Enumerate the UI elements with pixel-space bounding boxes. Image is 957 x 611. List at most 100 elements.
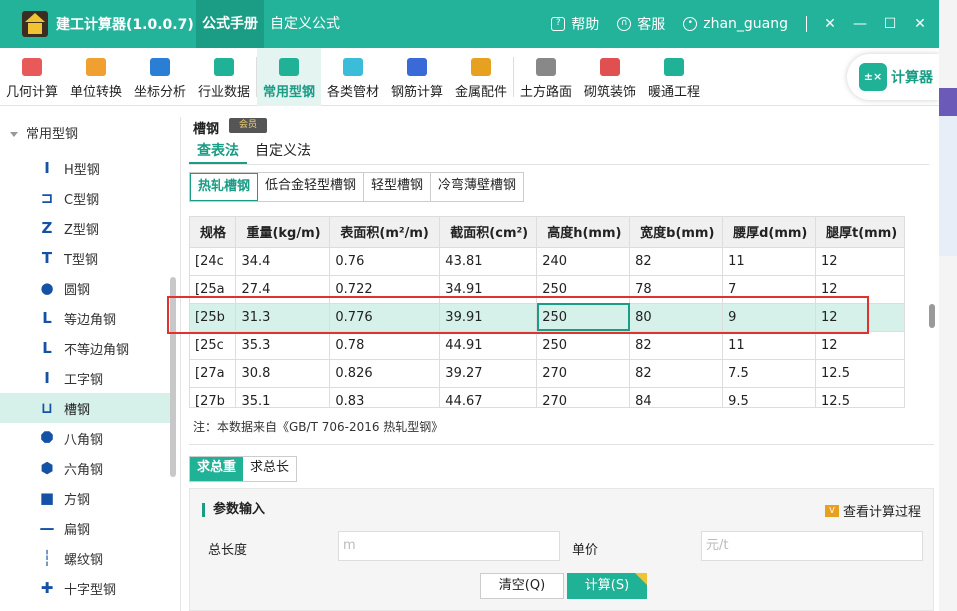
table-cell[interactable]: 82 [629, 359, 724, 388]
sidebar-item[interactable]: ┆ 螺纹钢 [0, 543, 171, 573]
table-cell[interactable]: 34.91 [439, 275, 538, 304]
pin-icon[interactable]: ✕ [819, 13, 841, 35]
table-row[interactable]: [27b 35.1 0.83 44.67 270 84 9.5 12.5 [190, 387, 904, 407]
toolbar-item[interactable]: 行业数据 [192, 48, 256, 106]
table-cell[interactable]: 43.81 [439, 247, 538, 276]
table-cell[interactable]: 44.67 [439, 387, 538, 407]
subtab-hot-rolled[interactable]: 热轧槽钢 [190, 173, 259, 201]
table-cell[interactable]: 12 [815, 275, 904, 304]
table-cell[interactable]: 12.5 [815, 359, 904, 388]
close-icon[interactable]: ✕ [909, 13, 931, 35]
sidebar-item[interactable]: L 不等边角钢 [0, 333, 171, 363]
toolbar-item[interactable]: 砌筑装饰 [578, 48, 642, 106]
table-cell[interactable]: 12.5 [815, 387, 904, 407]
table-cell[interactable]: 11 [722, 331, 817, 360]
table-cell[interactable]: [27b [190, 387, 237, 407]
table-cell[interactable]: 35.1 [235, 387, 331, 407]
user-menu[interactable]: • zhan_guang [683, 16, 788, 32]
nav-formula-manual[interactable]: 公式手册 [196, 0, 264, 48]
sidebar-item[interactable]: L 等边角钢 [0, 303, 171, 333]
toolbar-item[interactable]: 金属配件 [449, 48, 513, 106]
table-cell[interactable]: 44.91 [439, 331, 538, 360]
table-cell[interactable]: 7 [722, 275, 817, 304]
sidebar-item[interactable]: I 工字钢 [0, 363, 171, 393]
table-cell[interactable]: 7.5 [722, 359, 817, 388]
table-cell[interactable]: 250 [536, 331, 631, 360]
sidebar-item[interactable]: ⯃ 八角钢 [0, 423, 171, 453]
toolbar-item[interactable]: 几何计算 [0, 48, 64, 106]
table-row[interactable]: [25b 31.3 0.776 39.91 250 80 9 12 [190, 303, 904, 332]
help-button[interactable]: ? 帮助 [551, 14, 599, 34]
toolbar-item[interactable]: 各类管材 [321, 48, 385, 106]
table-cell[interactable]: 0.83 [329, 387, 441, 407]
table-cell[interactable]: 31.3 [235, 303, 331, 332]
table-row[interactable]: [24c 34.4 0.76 43.81 240 82 11 12 [190, 247, 904, 276]
table-cell[interactable]: [25c [190, 331, 237, 360]
tab-custom[interactable]: 自定义法 [247, 140, 319, 164]
sidebar-item[interactable]: Z Z型钢 [0, 213, 171, 243]
sidebar-item[interactable]: ● 圆钢 [0, 273, 171, 303]
table-cell[interactable]: 0.722 [329, 275, 441, 304]
price-input[interactable]: 元/t [701, 531, 923, 561]
table-cell[interactable]: 39.91 [439, 303, 538, 332]
calculate-button[interactable]: 计算(S) [567, 573, 647, 599]
table-cell[interactable]: 30.8 [235, 359, 331, 388]
subtab-light[interactable]: 轻型槽钢 [364, 173, 432, 201]
table-cell[interactable]: [24c [190, 247, 237, 276]
sidebar-item[interactable]: ⊔ 槽钢 [0, 393, 171, 423]
sidebar-group[interactable]: 常用型钢 [0, 117, 180, 153]
table-cell[interactable]: 240 [536, 247, 631, 276]
table-cell[interactable]: [25a [190, 275, 237, 304]
sidebar-item[interactable]: ⬢ 六角钢 [0, 453, 171, 483]
toolbar-item[interactable]: 暖通工程 [642, 48, 706, 106]
table-cell[interactable]: 9 [722, 303, 817, 332]
table-cell[interactable]: [25b [190, 303, 237, 332]
toolbar-item[interactable]: 钢筋计算 [385, 48, 449, 106]
table-cell[interactable]: 82 [629, 247, 724, 276]
table-cell[interactable]: 250 [536, 275, 631, 304]
table-cell[interactable]: 27.4 [235, 275, 331, 304]
calculator-button[interactable]: ±× 计算器 [847, 54, 939, 100]
subtab-low-alloy[interactable]: 低合金轻型槽钢 [258, 173, 365, 201]
sidebar-item[interactable]: ⊐ C型钢 [0, 183, 171, 213]
subtab-cold-bent[interactable]: 冷弯薄壁槽钢 [431, 173, 523, 201]
maximize-icon[interactable]: ☐ [879, 13, 901, 35]
minimize-icon[interactable]: — [849, 13, 871, 35]
sidebar-item[interactable]: T T型钢 [0, 243, 171, 273]
table-cell[interactable]: 12 [815, 331, 904, 360]
sidebar-item[interactable]: — 扁钢 [0, 513, 171, 543]
table-cell[interactable]: 35.3 [235, 331, 331, 360]
table-cell[interactable]: 0.76 [329, 247, 441, 276]
sidebar-item[interactable]: I H型钢 [0, 153, 171, 183]
table-cell[interactable]: 12 [815, 303, 904, 332]
table-cell[interactable]: 78 [629, 275, 724, 304]
sidebar-item[interactable]: ■ 方钢 [0, 483, 171, 513]
sidebar-item[interactable]: ✚ 十字型钢 [0, 573, 171, 603]
table-cell[interactable]: 80 [629, 303, 724, 332]
table-row[interactable]: [27a 30.8 0.826 39.27 270 82 7.5 12.5 [190, 359, 904, 388]
table-cell[interactable]: 9.5 [722, 387, 817, 407]
length-input[interactable]: m [338, 531, 560, 561]
view-process-link[interactable]: V 查看计算过程 [824, 501, 921, 520]
toolbar-item[interactable]: 常用型钢 [257, 48, 321, 106]
table-row[interactable]: [25c 35.3 0.78 44.91 250 82 11 12 [190, 331, 904, 360]
sidebar-scrollbar[interactable] [170, 277, 176, 477]
toolbar-item[interactable]: 单位转换 [64, 48, 128, 106]
clear-button[interactable]: 清空(Q) [480, 573, 564, 599]
table-cell[interactable]: 270 [536, 359, 631, 388]
toolbar-item[interactable]: 土方路面 [514, 48, 578, 106]
tab-lookup[interactable]: 查表法 [189, 140, 247, 164]
table-cell[interactable]: 0.78 [329, 331, 441, 360]
table-cell[interactable]: 270 [536, 387, 631, 407]
table-cell[interactable]: 34.4 [235, 247, 331, 276]
table-cell[interactable]: 84 [629, 387, 724, 407]
table-cell[interactable]: 250 [536, 303, 631, 332]
service-button[interactable]: ∩ 客服 [617, 14, 665, 34]
table-cell[interactable]: 0.826 [329, 359, 441, 388]
nav-custom-formula[interactable]: 自定义公式 [264, 0, 346, 48]
table-cell[interactable]: 11 [722, 247, 817, 276]
tab-total-length[interactable]: 求总长 [243, 457, 296, 481]
table-cell[interactable]: 82 [629, 331, 724, 360]
table-cell[interactable]: 0.776 [329, 303, 441, 332]
table-row[interactable]: [25a 27.4 0.722 34.91 250 78 7 12 [190, 275, 904, 304]
